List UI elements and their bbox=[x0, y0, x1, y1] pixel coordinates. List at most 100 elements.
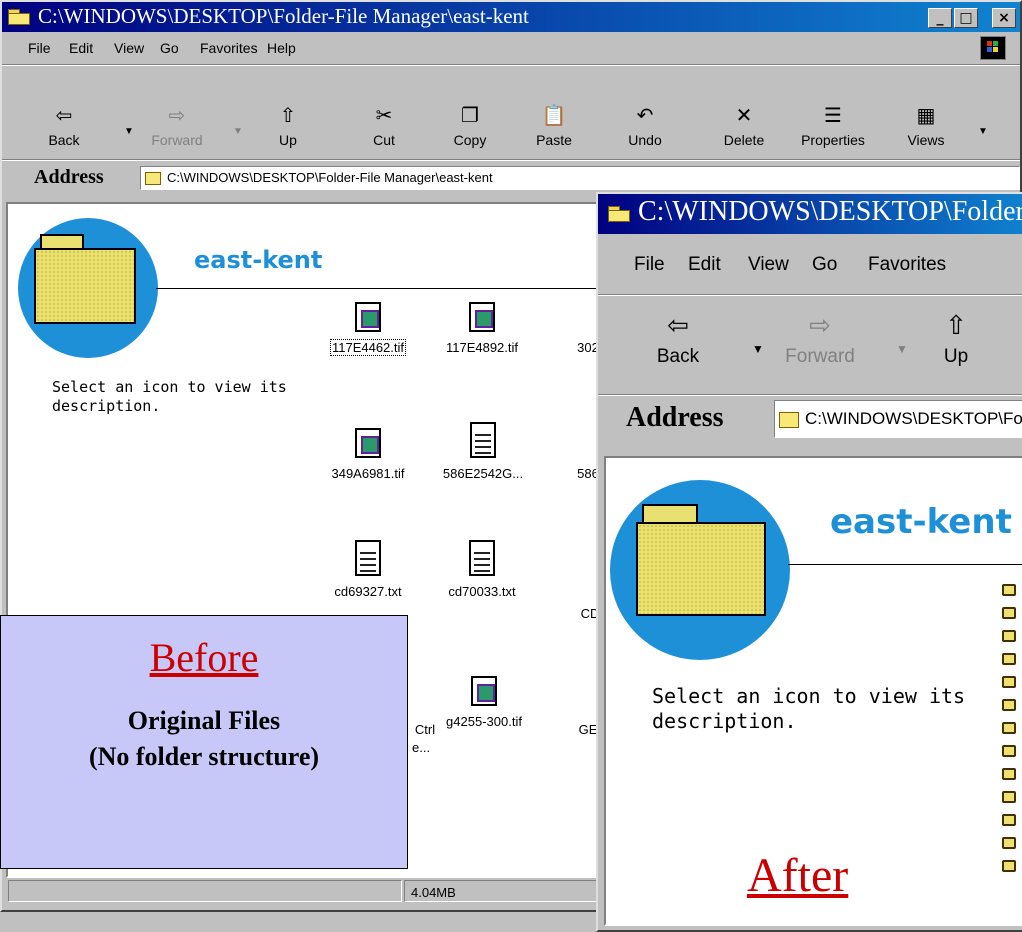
menu-view[interactable]: View bbox=[748, 254, 789, 276]
tif-file-icon bbox=[355, 428, 381, 458]
description-text: Select an icon to view its description. bbox=[652, 684, 966, 733]
folder-icon[interactable] bbox=[1002, 837, 1016, 849]
up-button[interactable]: ⇧ Up bbox=[928, 312, 984, 368]
folder-icon[interactable] bbox=[1002, 676, 1016, 688]
back-arrow-icon: ⇦ bbox=[667, 311, 689, 341]
close-button[interactable]: × bbox=[992, 8, 1016, 28]
folder-icon[interactable] bbox=[1002, 584, 1016, 596]
folder-icon bbox=[779, 411, 799, 428]
folder-icon[interactable] bbox=[1002, 630, 1016, 642]
folder-icon[interactable] bbox=[1002, 768, 1016, 780]
menu-go[interactable]: Go bbox=[812, 254, 837, 276]
back-dropdown-icon[interactable]: ▼ bbox=[752, 342, 764, 356]
toolbar: ⇦ Back ▼ ⇨ Forward ▼ ⇧ Up ✂ Cut ❐ Copy 📋… bbox=[2, 68, 1020, 158]
scissors-icon: ✂ bbox=[375, 103, 393, 127]
menu-bar: File Edit View Go Favorites Help bbox=[2, 36, 1020, 62]
menu-file[interactable]: File bbox=[28, 40, 51, 56]
file-item[interactable]: cd70033.txt bbox=[442, 540, 522, 599]
menu-go[interactable]: Go bbox=[160, 40, 179, 56]
folder-icon[interactable] bbox=[1002, 699, 1016, 711]
address-value: C:\WINDOWS\DESKTOP\Folder-File Manager\e… bbox=[805, 409, 1022, 428]
text-file-icon bbox=[469, 540, 495, 576]
back-button[interactable]: ⇦ Back bbox=[40, 104, 88, 148]
before-heading: Before bbox=[149, 635, 259, 680]
folder-icon bbox=[8, 9, 30, 25]
folder-icon bbox=[145, 172, 161, 186]
file-item[interactable]: 117E4892.tif bbox=[442, 302, 522, 355]
status-size: 4.04MB bbox=[404, 880, 604, 902]
menu-view[interactable]: View bbox=[114, 40, 144, 56]
file-name: Ctrl bbox=[414, 722, 436, 737]
before-callout: Before Original Files (No folder structu… bbox=[0, 615, 408, 869]
menu-favorites[interactable]: Favorites bbox=[868, 254, 946, 276]
folder-icon[interactable] bbox=[1002, 860, 1016, 872]
folder-icon[interactable] bbox=[1002, 745, 1016, 757]
menu-favorites[interactable]: Favorites bbox=[200, 40, 258, 56]
text-file-icon bbox=[470, 422, 496, 458]
undo-button[interactable]: ↶ Undo bbox=[621, 104, 669, 148]
views-button[interactable]: ▦ Views bbox=[898, 104, 954, 148]
title-bar[interactable]: C:\WINDOWS\DESKTOP\Folder-File Manager\e… bbox=[598, 194, 1022, 234]
status-cell bbox=[8, 880, 402, 902]
file-name: 349A6981.tif bbox=[331, 466, 405, 481]
menu-edit[interactable]: Edit bbox=[69, 40, 93, 56]
minimize-button[interactable]: _ bbox=[928, 8, 952, 28]
tif-file-icon bbox=[355, 302, 381, 332]
file-item[interactable]: 349A6981.tif bbox=[328, 428, 408, 481]
menu-edit[interactable]: Edit bbox=[688, 254, 721, 276]
up-button[interactable]: ⇧ Up bbox=[264, 104, 312, 148]
delete-button[interactable]: ✕ Delete bbox=[716, 104, 772, 148]
menu-divider bbox=[2, 64, 1020, 66]
back-dropdown-icon[interactable]: ▼ bbox=[124, 126, 134, 137]
paste-icon: 📋 bbox=[541, 103, 567, 127]
folder-icon[interactable] bbox=[1002, 653, 1016, 665]
properties-button[interactable]: ☰ Properties bbox=[790, 104, 876, 148]
folder-list bbox=[1002, 584, 1016, 883]
after-heading: After bbox=[747, 849, 849, 902]
title-bar[interactable]: C:\WINDOWS\DESKTOP\Folder-File Manager\e… bbox=[2, 2, 1020, 32]
file-item[interactable]: g4255-300.tif bbox=[442, 676, 526, 729]
file-name: g4255-300.tif bbox=[446, 714, 522, 729]
forward-arrow-icon: ⇨ bbox=[168, 103, 186, 127]
address-field[interactable]: C:\WINDOWS\DESKTOP\Folder-File Manager\e… bbox=[140, 166, 1020, 190]
file-item[interactable]: 117E4462.tif bbox=[328, 302, 408, 356]
forward-dropdown-icon[interactable]: ▼ bbox=[896, 342, 908, 356]
maximize-button[interactable]: □ bbox=[954, 8, 978, 28]
file-item[interactable]: cd69327.txt bbox=[328, 540, 408, 599]
folder-icon[interactable] bbox=[1002, 791, 1016, 803]
views-dropdown-icon[interactable]: ▼ bbox=[978, 126, 988, 137]
tif-file-icon bbox=[471, 676, 497, 706]
menu-divider bbox=[598, 294, 1022, 296]
file-item[interactable]: 586E2542G... bbox=[440, 422, 526, 481]
explorer-window-after: C:\WINDOWS\DESKTOP\Folder-File Manager\e… bbox=[596, 192, 1022, 932]
folder-icon[interactable] bbox=[1002, 722, 1016, 734]
menu-file[interactable]: File bbox=[634, 254, 665, 276]
copy-button[interactable]: ❐ Copy bbox=[446, 104, 494, 148]
file-name-overflow: e... bbox=[412, 740, 431, 755]
file-name: cd69327.txt bbox=[334, 584, 402, 599]
properties-icon: ☰ bbox=[824, 103, 842, 127]
cut-button[interactable]: ✂ Cut bbox=[360, 104, 408, 148]
forward-button[interactable]: ⇨ Forward bbox=[774, 312, 866, 368]
paste-button[interactable]: 📋 Paste bbox=[530, 104, 578, 148]
file-name: 117E4462.tif bbox=[329, 339, 407, 356]
title-underline bbox=[788, 564, 1022, 565]
window-title: C:\WINDOWS\DESKTOP\Folder-File Manager\e… bbox=[38, 4, 529, 28]
description-text: Select an icon to view its description. bbox=[52, 378, 287, 415]
back-button[interactable]: ⇦ Back bbox=[648, 312, 708, 368]
forward-button[interactable]: ⇨ Forward bbox=[142, 104, 212, 148]
folder-icon bbox=[642, 504, 698, 524]
address-field[interactable]: C:\WINDOWS\DESKTOP\Folder-File Manager\e… bbox=[774, 400, 1022, 438]
menu-help[interactable]: Help bbox=[267, 40, 296, 56]
toolbar-divider bbox=[598, 394, 1022, 396]
folder-icon[interactable] bbox=[1002, 607, 1016, 619]
forward-dropdown-icon[interactable]: ▼ bbox=[233, 126, 243, 137]
forward-arrow-icon: ⇨ bbox=[809, 311, 831, 341]
tif-file-icon bbox=[469, 302, 495, 332]
folder-icon-body bbox=[34, 248, 136, 324]
folder-icon[interactable] bbox=[1002, 814, 1016, 826]
folder-title: east-kent bbox=[194, 246, 323, 274]
delete-icon: ✕ bbox=[735, 103, 753, 127]
folder-title: east-kent bbox=[830, 502, 1012, 542]
file-item[interactable]: Ctrl bbox=[410, 722, 440, 737]
